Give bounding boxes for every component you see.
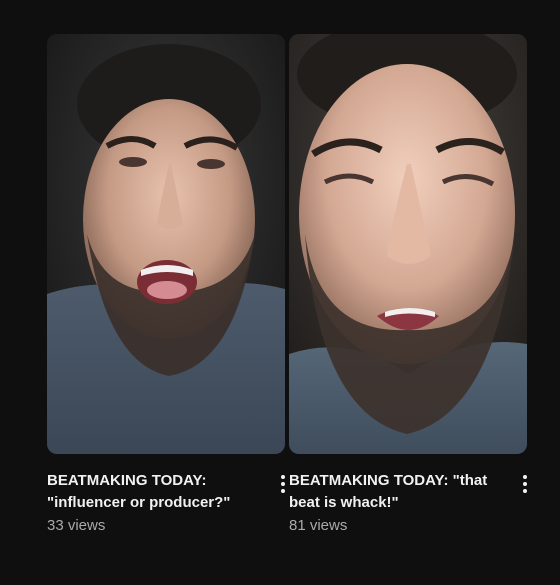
short-thumbnail[interactable]	[289, 34, 527, 454]
short-thumbnail[interactable]	[47, 34, 285, 454]
video-title[interactable]: BEATMAKING TODAY: "that beat is whack!"	[289, 470, 501, 514]
short-card[interactable]: BEATMAKING TODAY: "that beat is whack!" …	[289, 34, 527, 536]
shorts-shelf: BEATMAKING TODAY: "influencer or produce…	[0, 0, 560, 585]
more-vert-icon[interactable]	[513, 470, 537, 498]
thumbnail-image	[289, 34, 527, 454]
short-card[interactable]: BEATMAKING TODAY: "influencer or produce…	[47, 34, 285, 536]
view-count: 33 views	[47, 517, 106, 534]
thumbnail-image	[47, 34, 285, 454]
view-count: 81 views	[289, 517, 348, 534]
short-meta: BEATMAKING TODAY: "influencer or produce…	[47, 470, 285, 536]
video-title[interactable]: BEATMAKING TODAY: "influencer or produce…	[47, 470, 259, 514]
short-meta: BEATMAKING TODAY: "that beat is whack!" …	[289, 470, 527, 536]
